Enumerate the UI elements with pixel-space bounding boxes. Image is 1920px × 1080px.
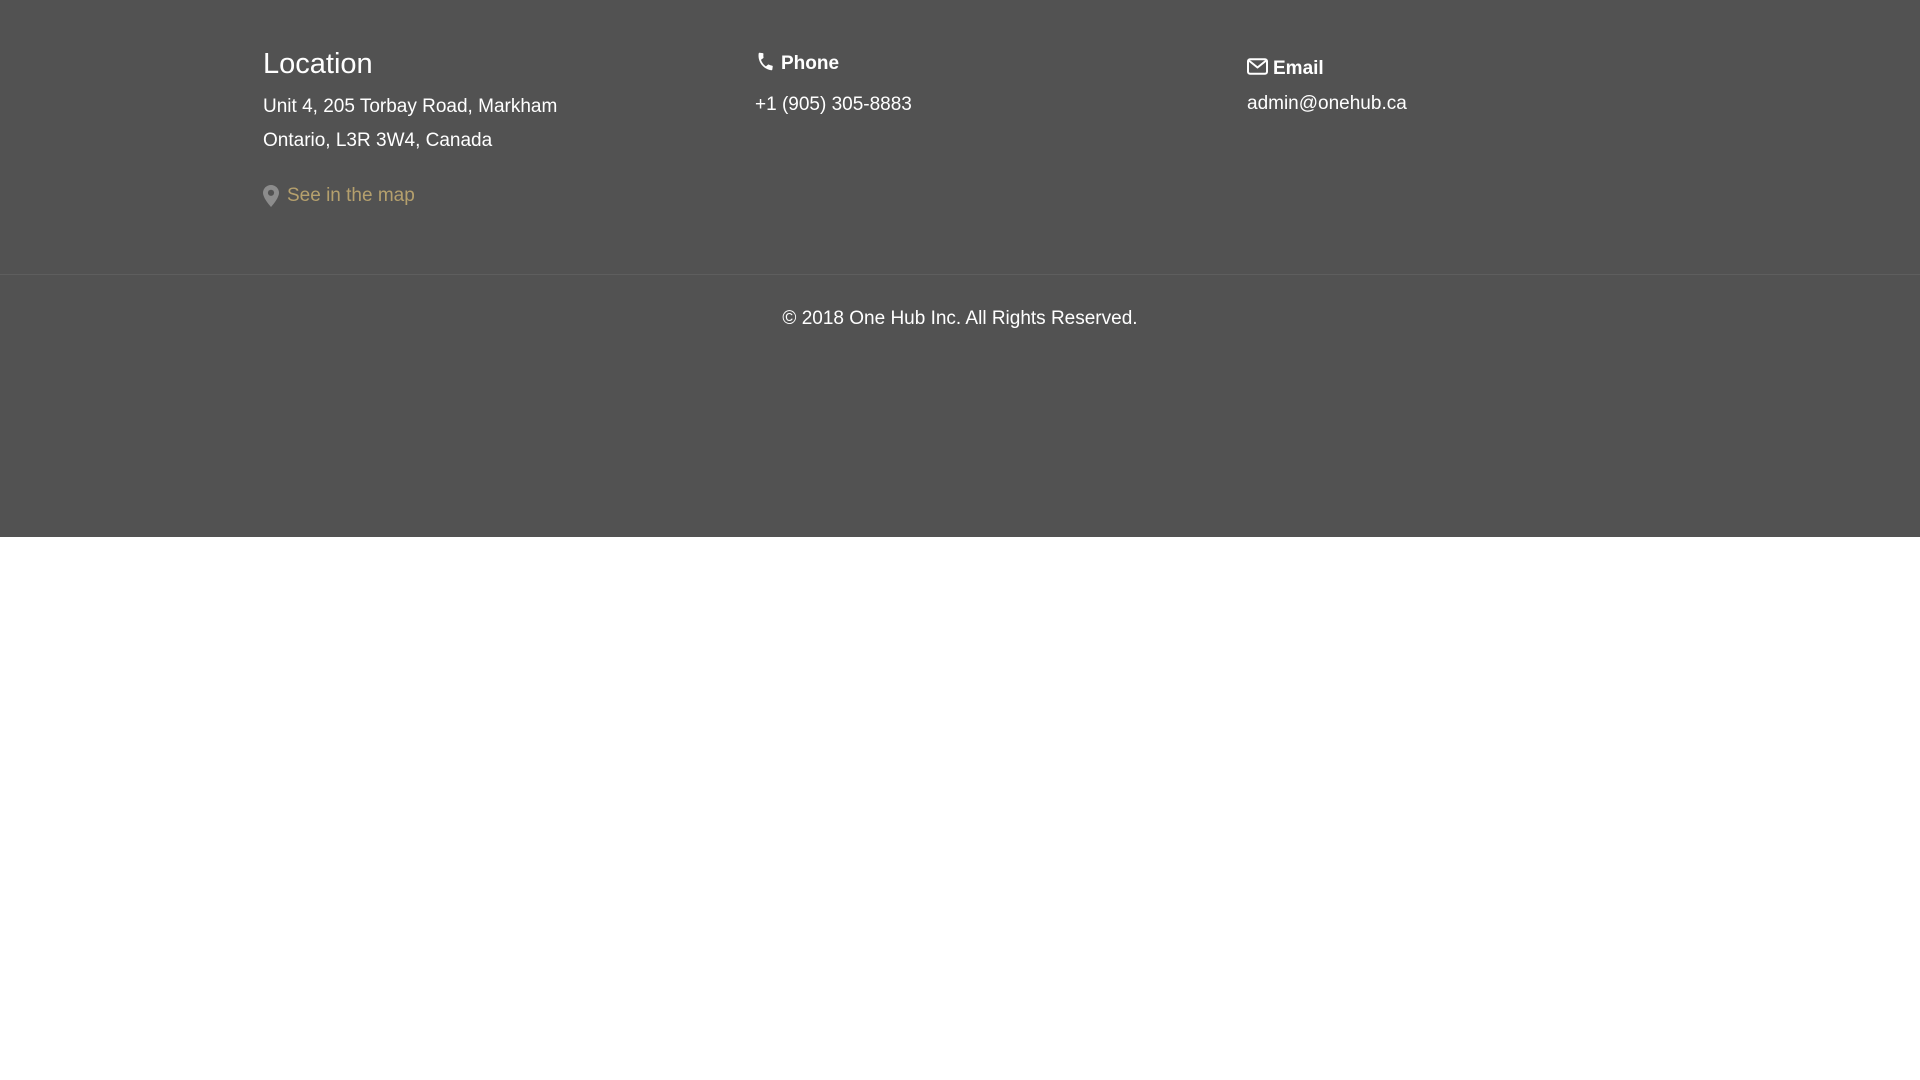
address-line-1: Unit 4, 205 Torbay Road, Markham [263, 96, 558, 117]
envelope-icon [1247, 57, 1268, 81]
phone-number[interactable]: +1 (905) 305-8883 [755, 92, 912, 118]
copyright-text: © 2018 One Hub Inc. All Rights Reserved. [782, 308, 1138, 329]
address-line-2: Ontario, L3R 3W4, Canada [263, 130, 493, 151]
footer-divider [0, 274, 1920, 275]
email-heading: Email [1247, 55, 1324, 83]
site-footer: Location Unit 4, 205 Torbay Road, Markha… [0, 0, 1920, 537]
contact-info-section: Location Unit 4, 205 Torbay Road, Markha… [0, 0, 1920, 274]
email-heading-label: Email [1273, 58, 1324, 79]
phone-icon [755, 51, 776, 78]
see-in-map-label: See in the map [287, 185, 415, 206]
location-heading: Location [263, 48, 373, 80]
see-in-map-link[interactable]: See in the map [263, 183, 415, 209]
phone-heading: Phone [755, 50, 839, 78]
email-address[interactable]: admin@onehub.ca [1247, 91, 1407, 117]
phone-heading-label: Phone [781, 53, 840, 74]
map-marker-icon [263, 185, 279, 207]
